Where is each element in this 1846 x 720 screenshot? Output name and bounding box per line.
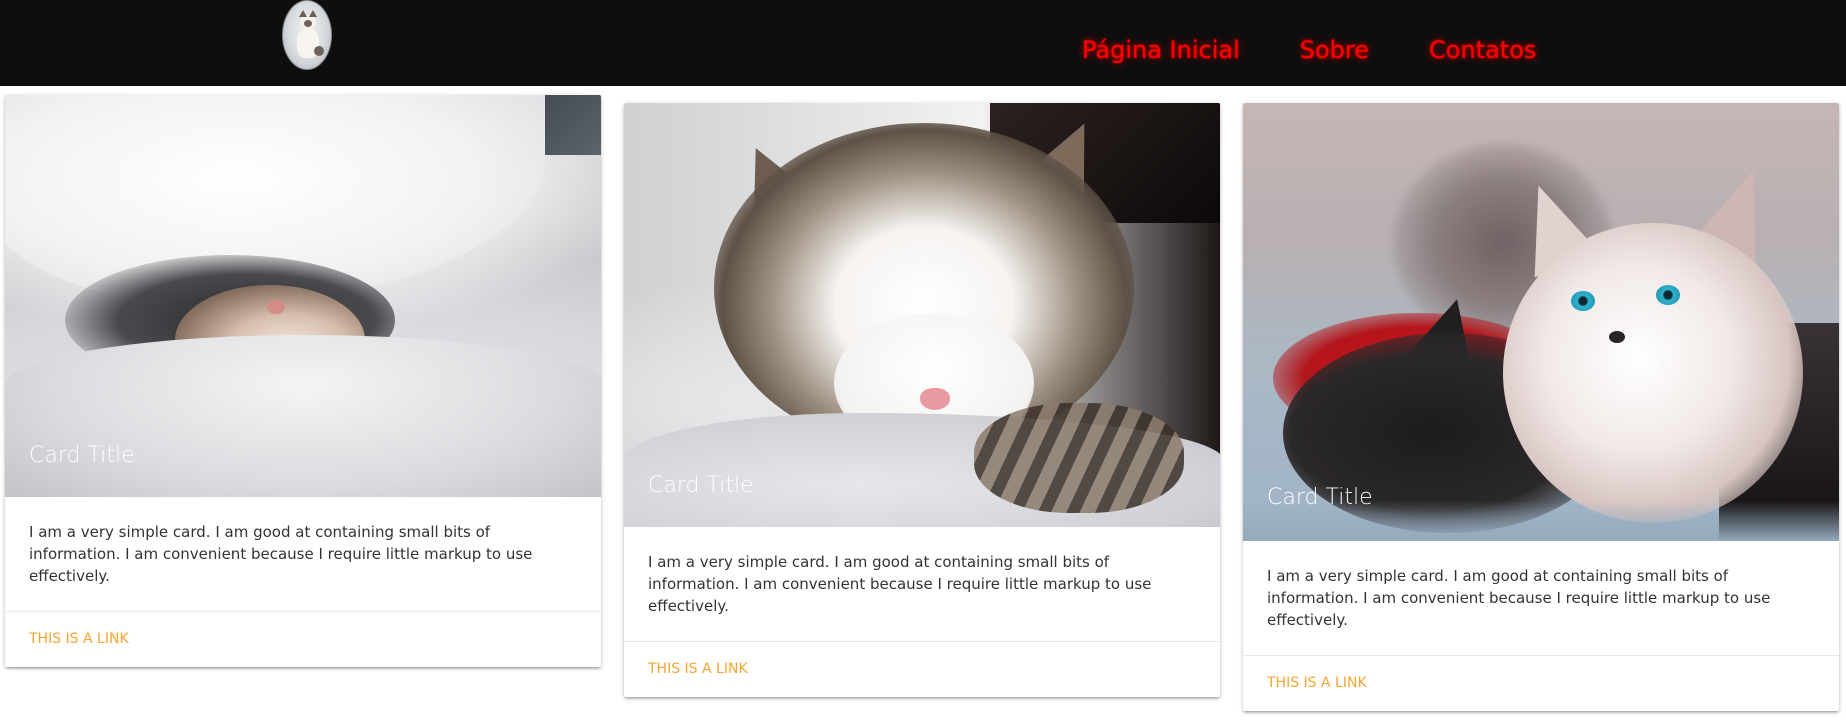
card-3-action: This is a link xyxy=(1243,655,1839,711)
card-1-content: I am a very simple card. I am good at co… xyxy=(5,497,601,611)
card-3: Card Title I am a very simple card. I am… xyxy=(1243,103,1839,711)
card-3-content: I am a very simple card. I am good at co… xyxy=(1243,541,1839,655)
card-2: Card Title I am a very simple card. I am… xyxy=(624,103,1220,697)
card-1: Card Title I am a very simple card. I am… xyxy=(5,95,601,667)
card-1-link[interactable]: This is a link xyxy=(29,631,129,647)
card-1-text: I am a very simple card. I am good at co… xyxy=(29,523,533,585)
logo-cat-tail xyxy=(314,46,324,56)
card-3-link[interactable]: This is a link xyxy=(1267,675,1367,691)
card-2-text: I am a very simple card. I am good at co… xyxy=(648,553,1152,615)
top-navbar: Página Inicial Sobre Contatos xyxy=(0,0,1846,86)
card-3-title: Card Title xyxy=(1267,485,1373,510)
nav-link-contacts[interactable]: Contatos xyxy=(1429,36,1536,64)
nav-link-home[interactable]: Página Inicial xyxy=(1082,36,1240,64)
card-2-link[interactable]: This is a link xyxy=(648,661,748,677)
card-2-action: This is a link xyxy=(624,641,1220,697)
card-1-title: Card Title xyxy=(29,443,135,468)
card-1-action: This is a link xyxy=(5,611,601,667)
main-nav: Página Inicial Sobre Contatos xyxy=(1082,0,1536,100)
card-3-image: Card Title xyxy=(1243,103,1839,541)
kitten-logo-icon[interactable] xyxy=(282,0,332,70)
card-3-text: I am a very simple card. I am good at co… xyxy=(1267,567,1771,629)
two-kittens-on-blanket-image xyxy=(1503,223,1803,523)
logo-cat-face xyxy=(304,20,312,27)
card-1-image: Card Title xyxy=(5,95,601,497)
nav-link-about[interactable]: Sobre xyxy=(1300,36,1369,64)
card-2-image: Card Title xyxy=(624,103,1220,527)
card-2-content: I am a very simple card. I am good at co… xyxy=(624,527,1220,641)
card-2-title: Card Title xyxy=(648,473,754,498)
